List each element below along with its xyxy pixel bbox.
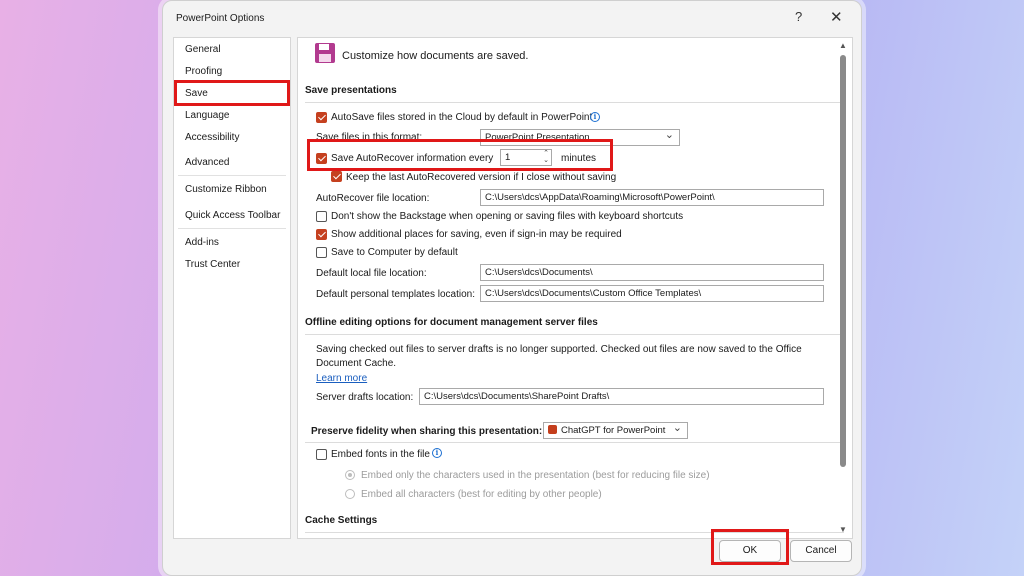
save-to-computer-label: Save to Computer by default (331, 247, 458, 258)
autorecover-location-field[interactable]: C:\Users\dcs\AppData\Roaming\Microsoft\P… (480, 189, 824, 206)
autorecover-minutes-stepper[interactable]: 1 ⌃ ⌄ (500, 149, 552, 166)
section-title-offline-editing: Offline editing options for document man… (305, 317, 598, 328)
options-nav: General Proofing Save Language Accessibi… (173, 37, 291, 539)
default-local-label: Default local file location: (316, 268, 427, 279)
nav-item-advanced[interactable]: Advanced (185, 157, 229, 168)
save-settings-panel: Customize how documents are saved. Save … (297, 37, 853, 539)
nav-item-quick-access-toolbar[interactable]: Quick Access Toolbar (185, 210, 280, 221)
save-to-computer-checkbox[interactable] (316, 247, 327, 258)
title-bar: PowerPoint Options ? ✕ (163, 1, 861, 35)
autorecover-minutes-value: 1 (505, 152, 511, 163)
nav-item-proofing[interactable]: Proofing (185, 66, 222, 77)
nav-divider (178, 228, 286, 229)
embed-all-radio[interactable] (345, 489, 355, 499)
cancel-button[interactable]: Cancel (790, 540, 852, 562)
minutes-label: minutes (561, 153, 597, 164)
info-icon: i (590, 112, 600, 122)
offline-text-line2: Document Cache. (316, 358, 397, 369)
spin-arrows-icon[interactable]: ⌃ ⌄ (543, 150, 549, 164)
format-select-value: PowerPoint Presentation (485, 132, 590, 143)
scroll-up-icon[interactable]: ▲ (839, 41, 847, 50)
server-drafts-value: C:\Users\dcs\Documents\SharePoint Drafts… (424, 391, 610, 402)
section-divider (305, 532, 844, 533)
nav-item-accessibility[interactable]: Accessibility (185, 132, 239, 143)
learn-more-link[interactable]: Learn more (316, 373, 367, 384)
autorecover-location-label: AutoRecover file location: (316, 193, 430, 204)
keep-last-label: Keep the last AutoRecovered version if I… (346, 172, 617, 183)
dialog-title: PowerPoint Options (176, 13, 265, 24)
templates-value: C:\Users\dcs\Documents\Custom Office Tem… (485, 288, 702, 299)
save-floppy-icon (314, 42, 336, 67)
scroll-down-icon[interactable]: ▼ (839, 525, 847, 534)
options-dialog: PowerPoint Options ? ✕ General Proofing … (162, 0, 862, 576)
default-local-field[interactable]: C:\Users\dcs\Documents\ (480, 264, 824, 281)
autosave-checkbox[interactable] (316, 112, 327, 123)
page-header-text: Customize how documents are saved. (342, 50, 529, 62)
presentation-select[interactable]: ChatGPT for PowerPoint (543, 422, 688, 439)
presentation-select-value: ChatGPT for PowerPoint (561, 425, 666, 436)
nav-item-general[interactable]: General (185, 44, 221, 55)
embed-only-label: Embed only the characters used in the pr… (361, 470, 710, 481)
format-label: Save files in this format: (316, 132, 423, 143)
ok-button[interactable]: OK (719, 540, 781, 562)
nav-item-trust-center[interactable]: Trust Center (185, 259, 240, 270)
nav-item-customize-ribbon[interactable]: Customize Ribbon (185, 184, 267, 195)
backstage-checkbox[interactable] (316, 211, 327, 222)
nav-item-save[interactable]: Save (185, 88, 208, 99)
backstage-label: Don't show the Backstage when opening or… (331, 211, 684, 222)
nav-item-add-ins[interactable]: Add-ins (185, 237, 219, 248)
embed-fonts-label: Embed fonts in the file (331, 449, 430, 460)
server-drafts-field[interactable]: C:\Users\dcs\Documents\SharePoint Drafts… (419, 388, 824, 405)
nav-item-language[interactable]: Language (185, 110, 230, 121)
additional-places-label: Show additional places for saving, even … (331, 229, 622, 240)
powerpoint-icon (548, 425, 557, 434)
format-select[interactable]: PowerPoint Presentation (480, 129, 680, 146)
offline-text-line1: Saving checked out files to server draft… (316, 344, 802, 355)
autorecover-location-value: C:\Users\dcs\AppData\Roaming\Microsoft\P… (485, 192, 715, 203)
default-local-value: C:\Users\dcs\Documents\ (485, 267, 593, 278)
section-title-preserve-fidelity: Preserve fidelity when sharing this pres… (311, 426, 543, 437)
scroll-thumb[interactable] (840, 55, 846, 467)
embed-only-radio[interactable] (345, 470, 355, 480)
section-divider (305, 334, 844, 335)
help-button[interactable]: ? (795, 9, 802, 24)
templates-field[interactable]: C:\Users\dcs\Documents\Custom Office Tem… (480, 285, 824, 302)
autorecover-label: Save AutoRecover information every (331, 153, 494, 164)
autosave-label: AutoSave files stored in the Cloud by de… (331, 112, 593, 123)
autorecover-checkbox[interactable] (316, 153, 327, 164)
keep-last-checkbox[interactable] (331, 171, 342, 182)
section-divider (305, 442, 844, 443)
templates-label: Default personal templates location: (316, 289, 475, 300)
embed-all-label: Embed all characters (best for editing b… (361, 489, 602, 500)
section-title-save-presentations: Save presentations (305, 85, 397, 96)
embed-fonts-checkbox[interactable] (316, 449, 327, 460)
section-title-cache-settings: Cache Settings (305, 515, 378, 526)
section-divider (305, 102, 844, 103)
server-drafts-label: Server drafts location: (316, 392, 414, 403)
info-icon: i (432, 448, 442, 458)
scrollbar[interactable]: ▲ ▼ (838, 41, 848, 537)
close-button[interactable]: ✕ (830, 8, 843, 26)
nav-divider (178, 175, 286, 176)
additional-places-checkbox[interactable] (316, 229, 327, 240)
